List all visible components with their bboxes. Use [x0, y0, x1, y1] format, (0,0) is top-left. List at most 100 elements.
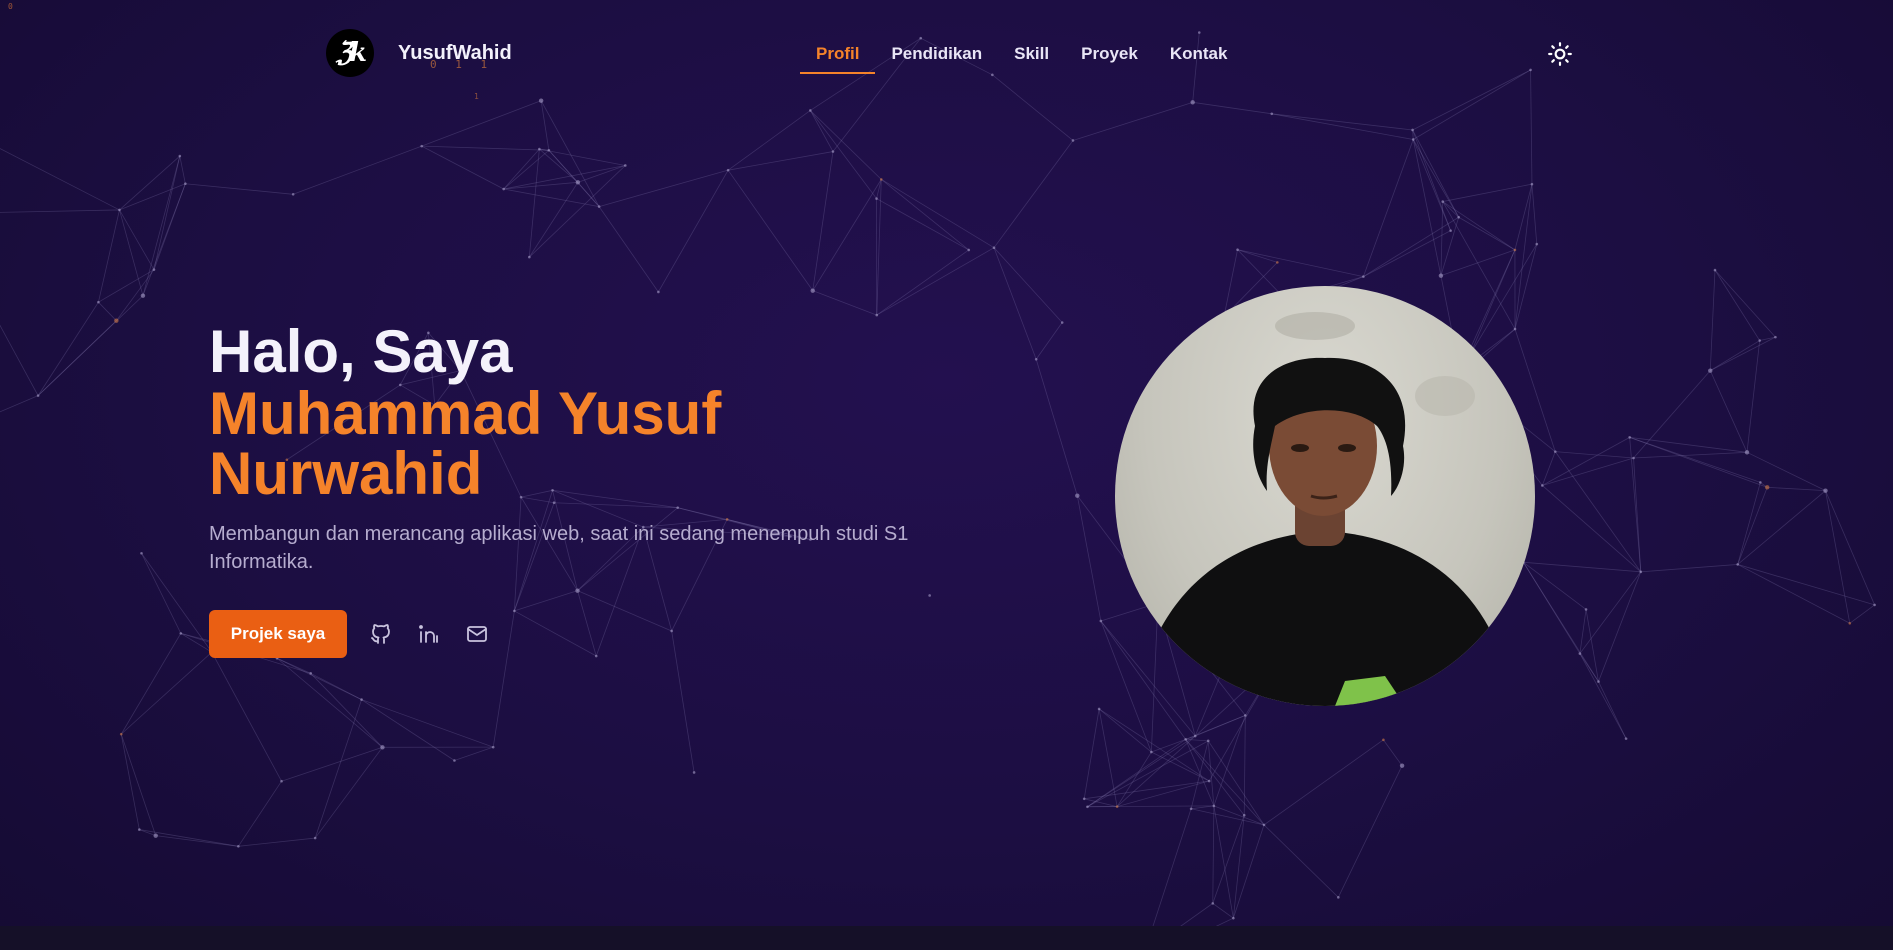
nav-item-skill[interactable]: Skill	[998, 40, 1065, 74]
network-line	[361, 699, 455, 761]
network-node	[1578, 652, 1582, 655]
network-node	[1236, 248, 1239, 251]
network-line	[1442, 201, 1516, 251]
network-line	[1542, 485, 1642, 573]
network-line	[1440, 201, 1444, 276]
network-node	[992, 246, 996, 249]
network-node	[1535, 242, 1539, 246]
network-node	[875, 313, 879, 317]
network-node	[1211, 902, 1215, 905]
network-node	[1382, 738, 1385, 742]
profile-photo-illustration	[1135, 312, 1515, 706]
network-line	[1825, 490, 1851, 624]
network-line	[185, 183, 294, 195]
network-node	[624, 164, 627, 167]
network-node	[1708, 368, 1713, 373]
network-line	[1263, 739, 1384, 826]
network-line	[881, 179, 970, 251]
network-node	[1207, 779, 1211, 783]
hero-name: Muhammad Yusuf Nurwahid	[209, 384, 829, 504]
network-line	[1746, 451, 1826, 492]
network-node	[1399, 763, 1405, 768]
network-line	[1212, 805, 1215, 904]
network-line	[503, 181, 578, 190]
network-line	[238, 780, 282, 847]
binary-decoration-small: 1	[474, 92, 479, 101]
network-line	[1083, 708, 1100, 799]
network-line	[1412, 139, 1442, 276]
network-node	[1097, 707, 1101, 711]
network-line	[539, 148, 626, 166]
network-line	[1746, 340, 1761, 453]
network-line	[812, 290, 877, 316]
nav-item-proyek[interactable]: Proyek	[1065, 40, 1154, 74]
network-node	[692, 771, 696, 774]
github-link[interactable]	[367, 620, 395, 648]
network-line	[1185, 739, 1215, 807]
network-node	[1184, 738, 1187, 741]
network-node	[138, 828, 141, 831]
network-node	[118, 208, 121, 212]
network-line	[1363, 139, 1414, 277]
network-line	[142, 155, 181, 296]
network-node	[1115, 805, 1119, 808]
network-line	[1598, 681, 1627, 739]
network-line	[1212, 903, 1234, 919]
network-node	[97, 300, 100, 304]
network-node	[538, 147, 541, 151]
network-line	[1072, 101, 1193, 141]
network-line	[1579, 571, 1642, 654]
network-line	[1523, 562, 1599, 682]
network-line	[727, 169, 814, 291]
nav-item-profil[interactable]: Profil	[800, 40, 876, 74]
network-line	[1213, 805, 1234, 919]
network-line	[1640, 564, 1738, 573]
network-line	[1442, 201, 1516, 330]
projects-button[interactable]: Projek saya	[209, 610, 347, 658]
network-line	[180, 633, 213, 653]
network-line	[1523, 561, 1641, 573]
network-line	[1412, 129, 1460, 218]
nav-item-kontak[interactable]: Kontak	[1154, 40, 1244, 74]
network-line	[503, 149, 550, 190]
linkedin-link[interactable]	[415, 620, 443, 648]
network-node	[1774, 335, 1777, 339]
network-line	[1709, 270, 1716, 371]
network-line	[876, 249, 969, 316]
network-line	[993, 140, 1074, 248]
network-line	[1737, 564, 1875, 606]
mail-link[interactable]	[463, 620, 491, 648]
network-node	[1075, 493, 1080, 498]
network-line	[1737, 487, 1768, 565]
network-line	[1554, 451, 1642, 573]
network-node	[597, 205, 601, 208]
network-line	[1190, 740, 1209, 809]
network-node	[453, 759, 456, 762]
network-line	[310, 672, 362, 700]
network-line	[1737, 564, 1850, 624]
network-line	[881, 179, 995, 249]
network-line	[179, 155, 186, 184]
network-line	[1514, 244, 1538, 330]
network-line	[119, 155, 181, 211]
network-line	[1098, 708, 1152, 753]
theme-toggle-button[interactable]	[1547, 41, 1573, 67]
network-node	[1034, 357, 1038, 361]
network-node	[1873, 603, 1876, 607]
network-line	[361, 699, 494, 748]
network-node	[1513, 248, 1517, 252]
network-line	[1542, 436, 1630, 486]
network-line	[993, 247, 1063, 323]
network-line	[1185, 739, 1265, 826]
network-line	[1767, 486, 1826, 492]
network-line	[1633, 370, 1711, 459]
network-node	[309, 672, 312, 675]
network-node	[1759, 481, 1762, 484]
network-line	[314, 699, 362, 839]
network-node	[1086, 805, 1089, 809]
network-node	[657, 290, 660, 294]
nav-item-pendidikan[interactable]: Pendidikan	[875, 40, 998, 74]
sun-icon	[1548, 42, 1572, 66]
network-node	[1823, 488, 1828, 493]
network-line	[599, 169, 729, 207]
